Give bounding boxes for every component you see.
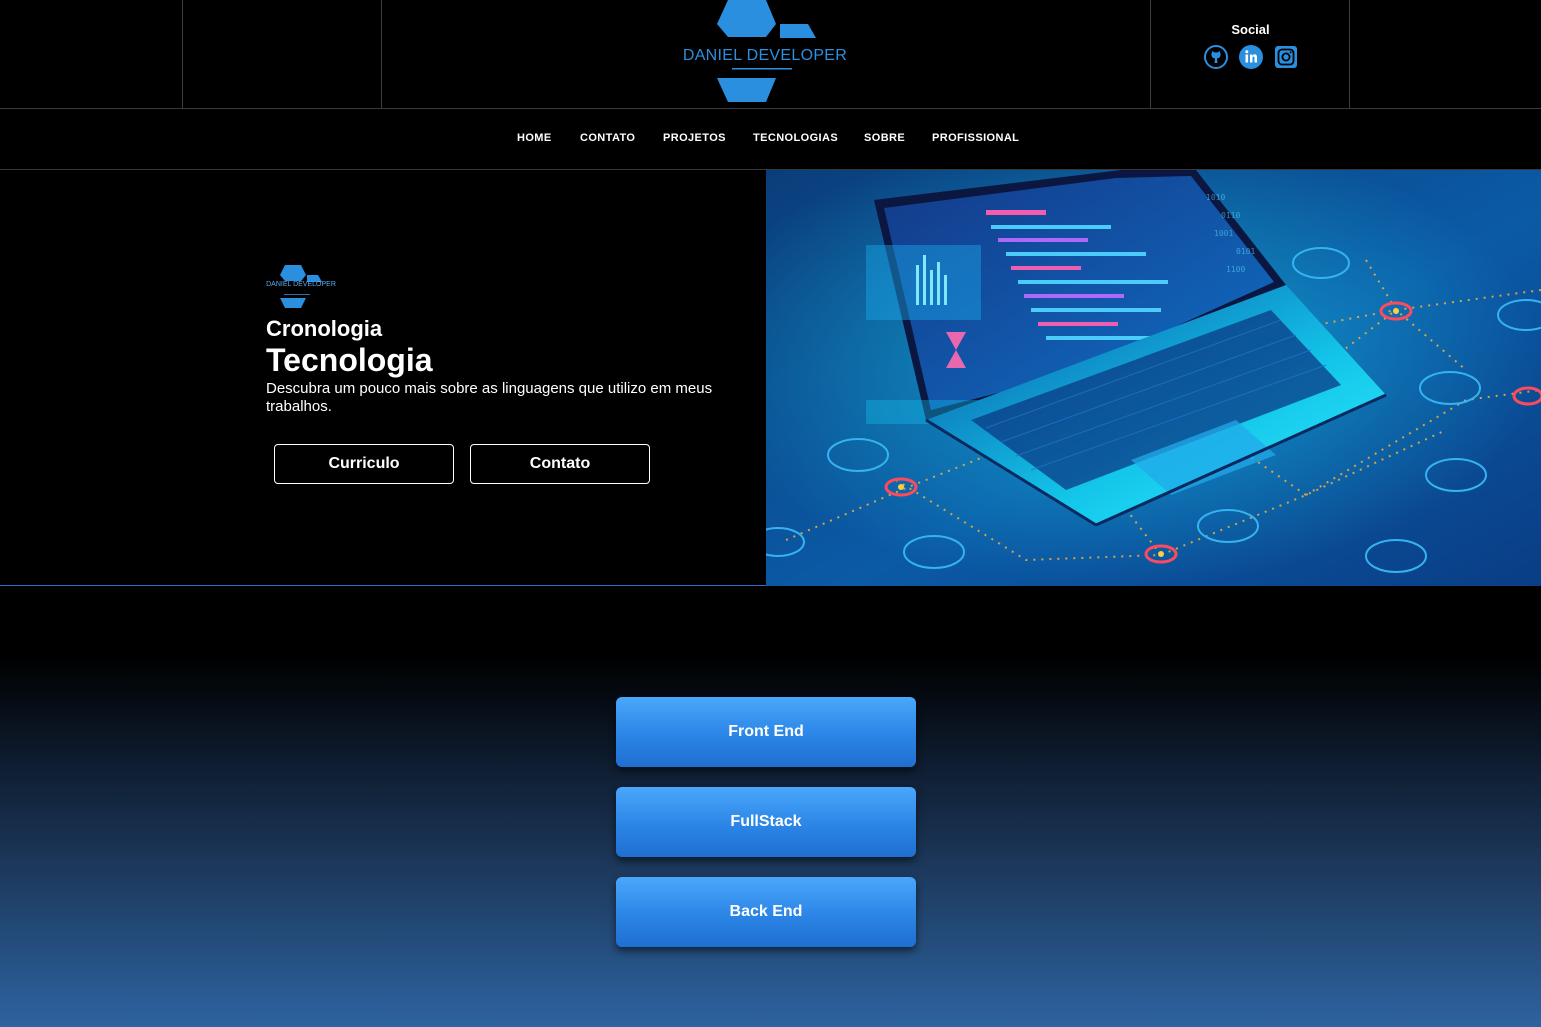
linkedin-icon[interactable] (1238, 44, 1264, 70)
nav-item-sobre[interactable]: SOBRE (864, 132, 905, 144)
laptop-illustration-graphic: 1010 0110 1001 0101 1100 (766, 170, 1541, 586)
social-icons (1203, 44, 1303, 70)
social-title: Social (1231, 22, 1270, 37)
nav-item-contato[interactable]: CONTATO (580, 132, 635, 144)
svg-text:1001: 1001 (1214, 229, 1233, 238)
svg-text:1100: 1100 (1226, 265, 1245, 274)
site-header: DANIEL DEVELOPER Social (0, 0, 1541, 109)
main-nav: HOME CONTATO PROJETOS TECNOLOGIAS SOBRE … (0, 109, 1541, 170)
hero-title: Tecnologia (266, 342, 433, 378)
social-block: Social (1151, 22, 1350, 69)
header-divider (1150, 0, 1151, 108)
hero-logo: DANIEL DEVELOPER (266, 265, 336, 310)
svg-text:0110: 0110 (1221, 211, 1240, 220)
brand-logo[interactable]: DANIEL DEVELOPER (680, 0, 850, 105)
front-end-button[interactable]: Front End (616, 697, 916, 767)
header-divider (1349, 0, 1350, 108)
nav-item-projetos[interactable]: PROJETOS (663, 132, 726, 144)
hero-kicker: Cronologia (266, 316, 383, 341)
brand-name: DANIEL DEVELOPER (682, 47, 848, 64)
fullstack-button[interactable]: FullStack (616, 787, 916, 857)
header-divider (182, 0, 183, 108)
hero-logo-text: DANIEL DEVELOPER (266, 281, 336, 288)
hero-description: Descubra um pouco mais sobre as linguage… (266, 380, 713, 415)
instagram-icon[interactable] (1273, 44, 1299, 70)
technology-section: Front End FullStack Back End (0, 587, 1541, 1027)
nav-item-profissional[interactable]: PROFISSIONAL (932, 132, 1019, 144)
laptop-illustration: 1010 0110 1001 0101 1100 (766, 170, 1541, 586)
nav-item-tecnologias[interactable]: TECNOLOGIAS (753, 132, 838, 144)
svg-text:0101: 0101 (1236, 247, 1255, 256)
back-end-button[interactable]: Back End (616, 877, 916, 947)
header-divider (381, 0, 382, 108)
github-icon[interactable] (1203, 44, 1229, 70)
hero-section: DANIEL DEVELOPER Cronologia Tecnologia D… (0, 170, 1541, 586)
curriculo-button[interactable]: Curriculo (274, 444, 454, 484)
svg-text:1010: 1010 (1206, 193, 1225, 202)
nav-item-home[interactable]: HOME (517, 132, 552, 144)
contato-button[interactable]: Contato (470, 444, 650, 484)
